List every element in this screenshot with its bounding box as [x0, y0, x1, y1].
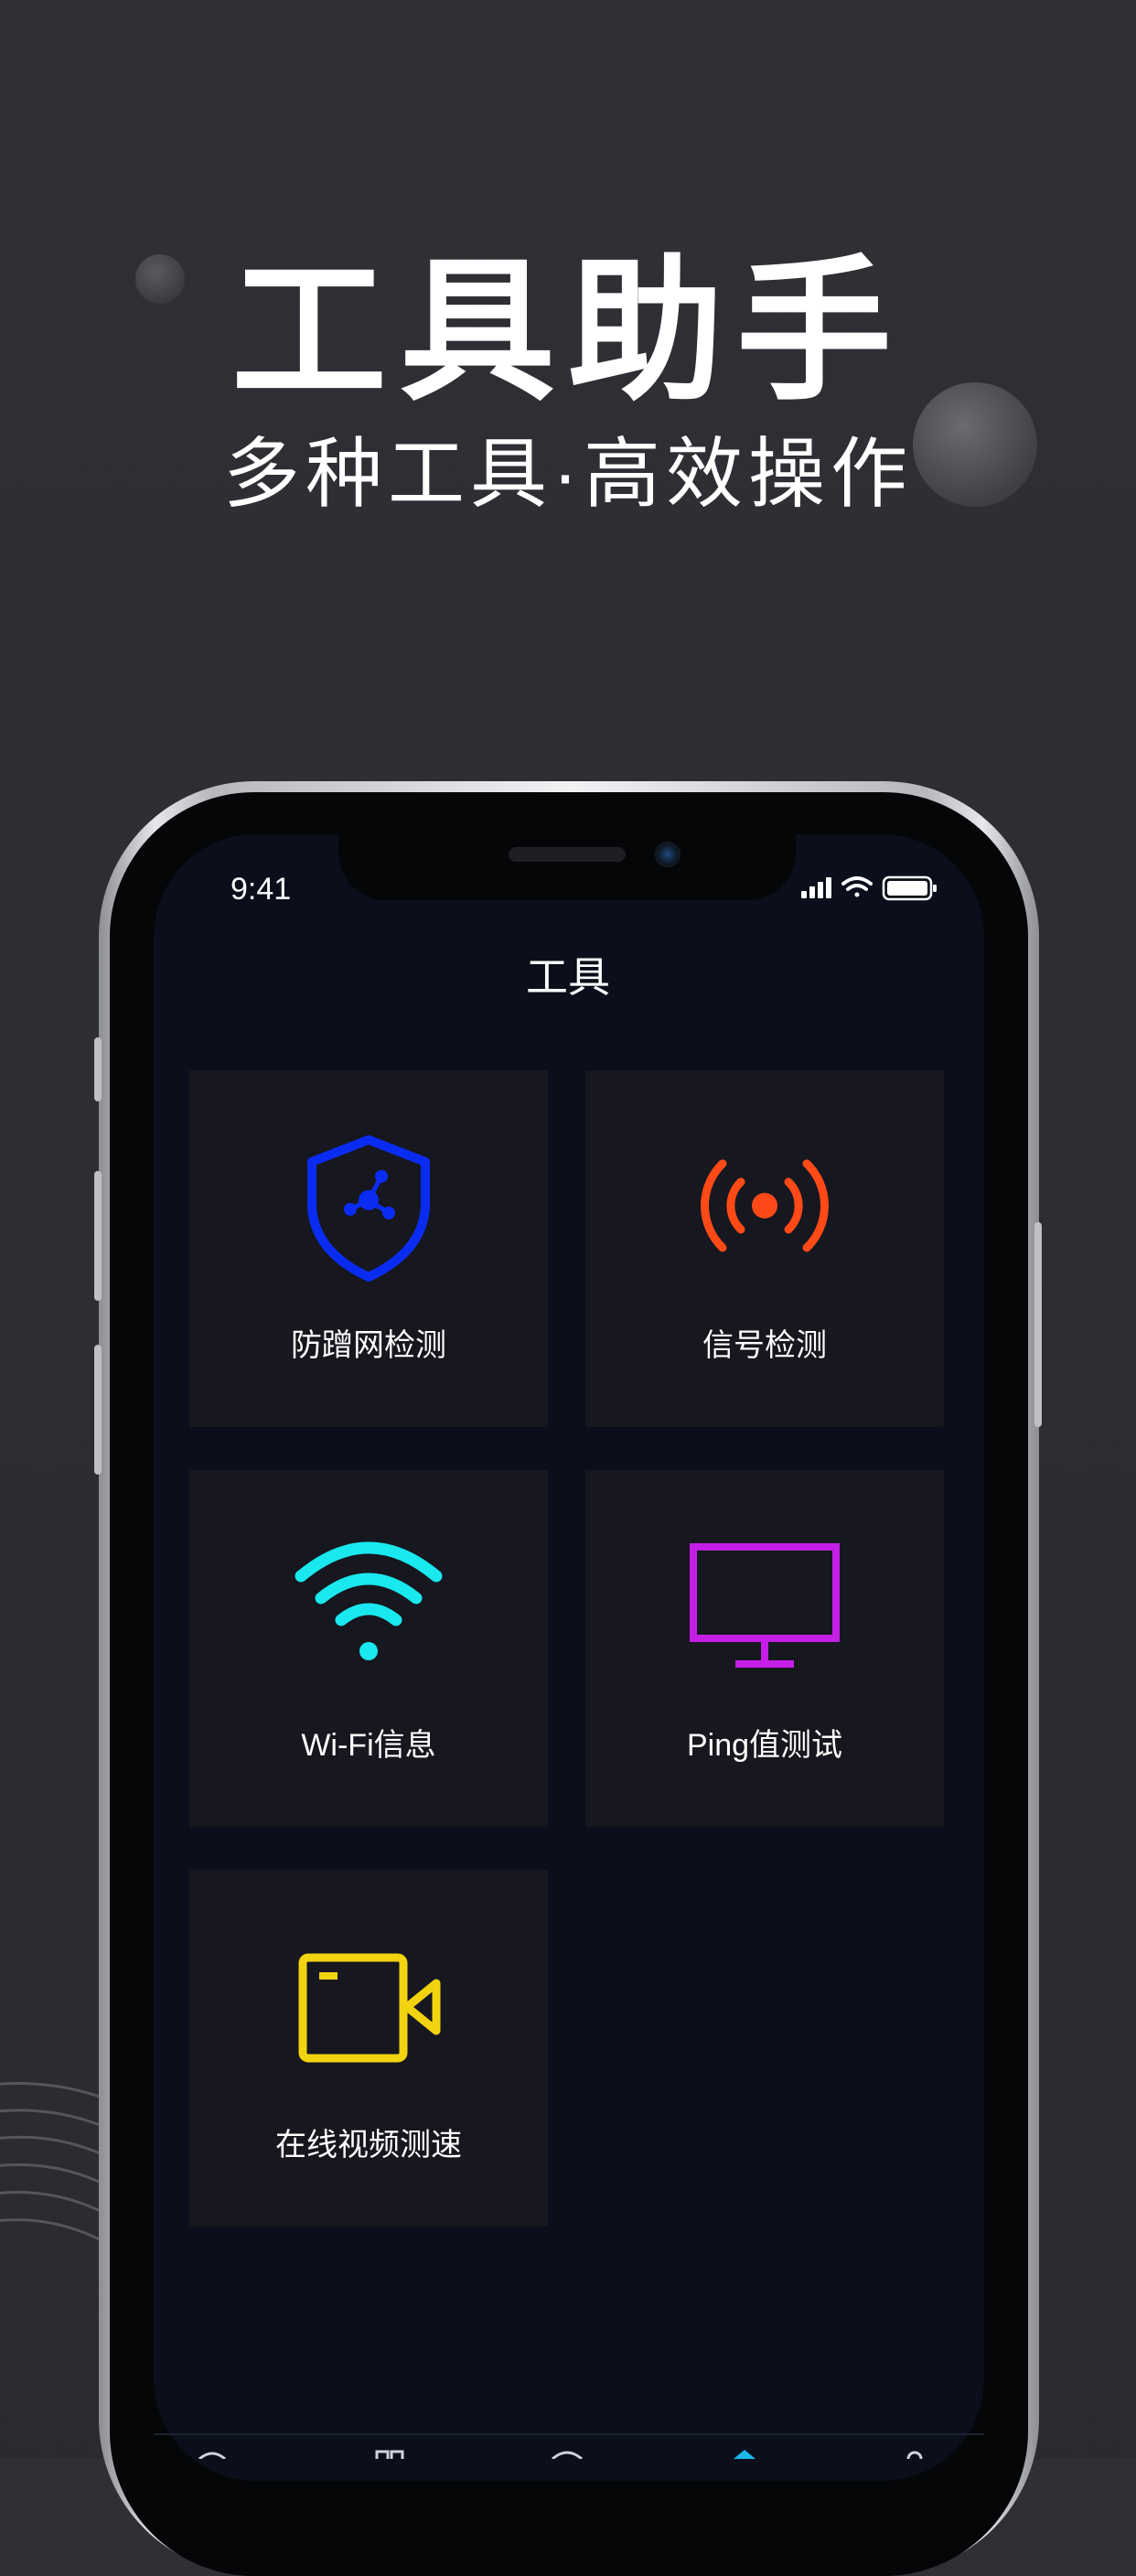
screen-title: 工具: [526, 953, 610, 1001]
shield-network-icon: [307, 1135, 430, 1282]
tool-tile-anti-freeload[interactable]: 防蹭网检测: [189, 1070, 548, 1427]
volume-up-button: [94, 1171, 102, 1301]
tool-tile-signal-check[interactable]: 信号检测: [585, 1070, 944, 1427]
tool-tile-ping-test[interactable]: Ping值测试: [585, 1470, 944, 1827]
volume-down-button: [94, 1345, 102, 1475]
earpiece-speaker: [509, 847, 626, 862]
battery-icon: [882, 875, 937, 901]
video-camera-icon: [298, 1953, 441, 2063]
mute-switch: [94, 1037, 102, 1101]
wifi-status-icon: [841, 876, 873, 897]
tool-label: Wi-Fi信息: [301, 1728, 436, 1763]
tool-label: Ping值测试: [686, 1728, 843, 1763]
tab-tools-icon[interactable]: [371, 2448, 408, 2459]
tab-home-icon[interactable]: [194, 2448, 230, 2459]
tool-label: 在线视频测速: [275, 2128, 462, 2163]
front-camera: [655, 842, 681, 867]
tool-tile-wifi-info[interactable]: Wi-Fi信息: [189, 1470, 548, 1827]
power-button: [1034, 1222, 1042, 1427]
promo-subtitle: 多种工具·高效操作: [223, 431, 913, 517]
tool-label: 防蹭网检测: [291, 1328, 446, 1363]
tab-profile-icon[interactable]: [896, 2448, 933, 2459]
tab-center-icon[interactable]: [549, 2448, 585, 2459]
tab-bar-divider: [154, 2433, 984, 2435]
status-time: 9:41: [230, 872, 292, 907]
tab-active-icon[interactable]: [726, 2448, 763, 2459]
notch: [338, 834, 796, 900]
monitor-icon: [690, 1543, 840, 1668]
status-icons: [801, 875, 937, 901]
wifi-icon: [295, 1541, 443, 1660]
tool-label: 信号检测: [702, 1328, 827, 1363]
promo-title: 工具助手: [230, 245, 905, 419]
cellular-signal-icon: [801, 877, 831, 898]
tool-tile-video-speed[interactable]: 在线视频测速: [189, 1870, 548, 2227]
signal-broadcast-icon: [701, 1159, 829, 1252]
